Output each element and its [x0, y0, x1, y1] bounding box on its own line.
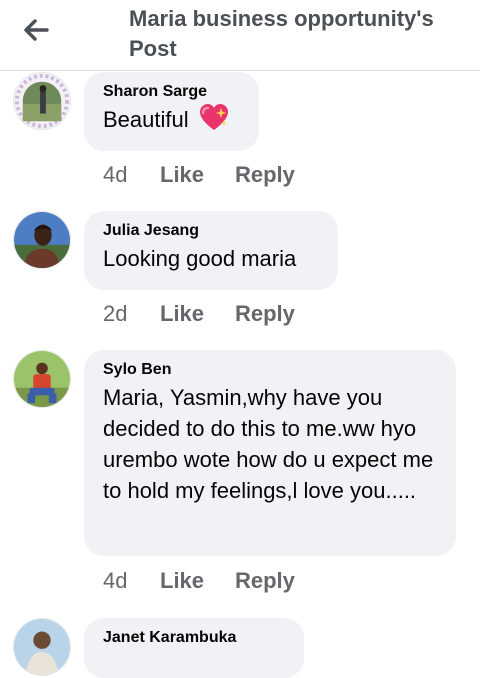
comment-bubble: Sylo Ben Maria, Yasmin,why have you deci… [84, 350, 456, 556]
comment-bubble: Julia Jesang Looking good maria [84, 211, 338, 290]
comment-text-content: Beautiful [103, 107, 189, 132]
back-arrow-icon [24, 19, 49, 41]
like-button[interactable]: Like [160, 301, 235, 327]
comment-actions: 4d Like Reply [103, 568, 295, 594]
comment-age: 4d [103, 568, 128, 593]
comment-bubble: Janet Karambuka [84, 618, 304, 678]
comment-age: 2d [103, 301, 128, 326]
comment-actions: 4d Like Reply [103, 162, 295, 188]
comment-author[interactable]: Julia Jesang [103, 221, 320, 241]
like-button[interactable]: Like [160, 568, 235, 594]
page-title: Maria business opportunity's Post [129, 6, 434, 61]
comment-text: Beautiful [103, 104, 241, 135]
avatar[interactable] [13, 618, 71, 676]
reply-button[interactable]: Reply [235, 568, 295, 594]
avatar[interactable] [13, 350, 71, 408]
comment-text: Looking good maria [103, 246, 297, 271]
comment-author[interactable]: Janet Karambuka [103, 628, 286, 648]
like-button[interactable]: Like [160, 162, 235, 188]
comment-text: Maria, Yasmin,why have you decided to do… [103, 385, 434, 503]
comment-actions: 2d Like Reply [103, 301, 295, 327]
comment-age: 4d [103, 162, 128, 187]
avatar[interactable] [13, 211, 71, 269]
comment-bubble: Sharon Sarge Beautiful [84, 72, 259, 151]
reply-button[interactable]: Reply [235, 301, 295, 327]
sparkling-heart-icon [199, 104, 228, 130]
post-header: Maria business opportunity's Post [0, 0, 480, 71]
reply-button[interactable]: Reply [235, 162, 295, 188]
back-button[interactable] [20, 14, 52, 46]
comment-author[interactable]: Sharon Sarge [103, 82, 241, 102]
comment-author[interactable]: Sylo Ben [103, 360, 438, 380]
avatar[interactable] [13, 72, 71, 130]
